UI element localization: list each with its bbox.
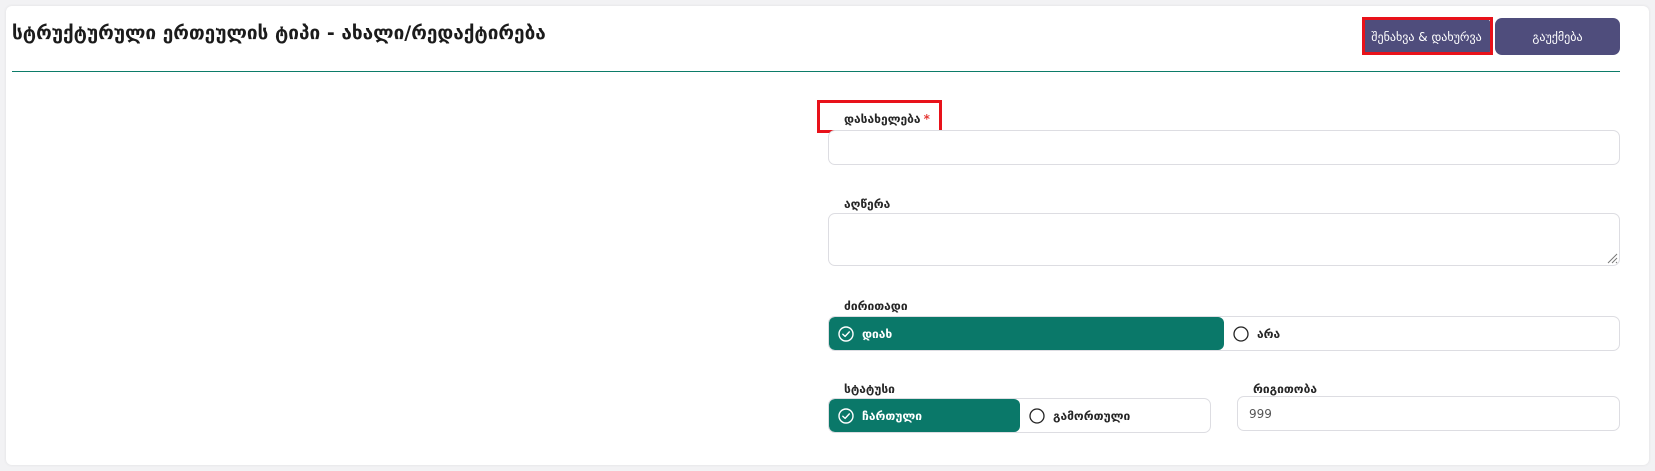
status-option-on-label: ჩართული (862, 408, 923, 423)
page-title: სტრუქტურული ერთეულის ტიპი - ახალი/რედაქტ… (12, 22, 546, 44)
main-option-no[interactable]: არა (1224, 317, 1619, 350)
resize-grip-icon[interactable] (1606, 252, 1618, 264)
name-label-text: დასახელება (844, 112, 921, 126)
check-circle-icon (838, 325, 854, 342)
main-option-yes-label: დიახ (862, 326, 893, 341)
name-label: დასახელება * (844, 112, 930, 126)
header-divider (12, 71, 1620, 72)
description-label: აღწერა (844, 197, 891, 211)
check-circle-icon (838, 407, 854, 424)
description-textarea[interactable] (828, 213, 1620, 266)
status-option-on[interactable]: ჩართული (829, 399, 1020, 432)
status-option-off-label: გამორთული (1053, 408, 1131, 423)
order-input[interactable] (1237, 396, 1620, 431)
main-option-no-label: არა (1257, 326, 1281, 341)
required-mark: * (923, 112, 930, 126)
radio-circle-icon (1233, 325, 1249, 342)
save-close-button[interactable]: შენახვა & დახურვა (1362, 18, 1491, 55)
status-radio-group: ჩართული გამორთული (828, 398, 1211, 433)
name-input[interactable] (828, 130, 1620, 165)
main-radio-group: დიახ არა (828, 316, 1620, 351)
cancel-button[interactable]: გაუქმება (1495, 18, 1620, 55)
main-option-yes[interactable]: დიახ (829, 317, 1224, 350)
main-label: ძირითადი (844, 299, 908, 313)
radio-circle-icon (1029, 407, 1045, 424)
order-label: რიგითობა (1253, 382, 1317, 396)
status-label: სტატუსი (844, 382, 895, 396)
status-option-off[interactable]: გამორთული (1020, 399, 1210, 432)
